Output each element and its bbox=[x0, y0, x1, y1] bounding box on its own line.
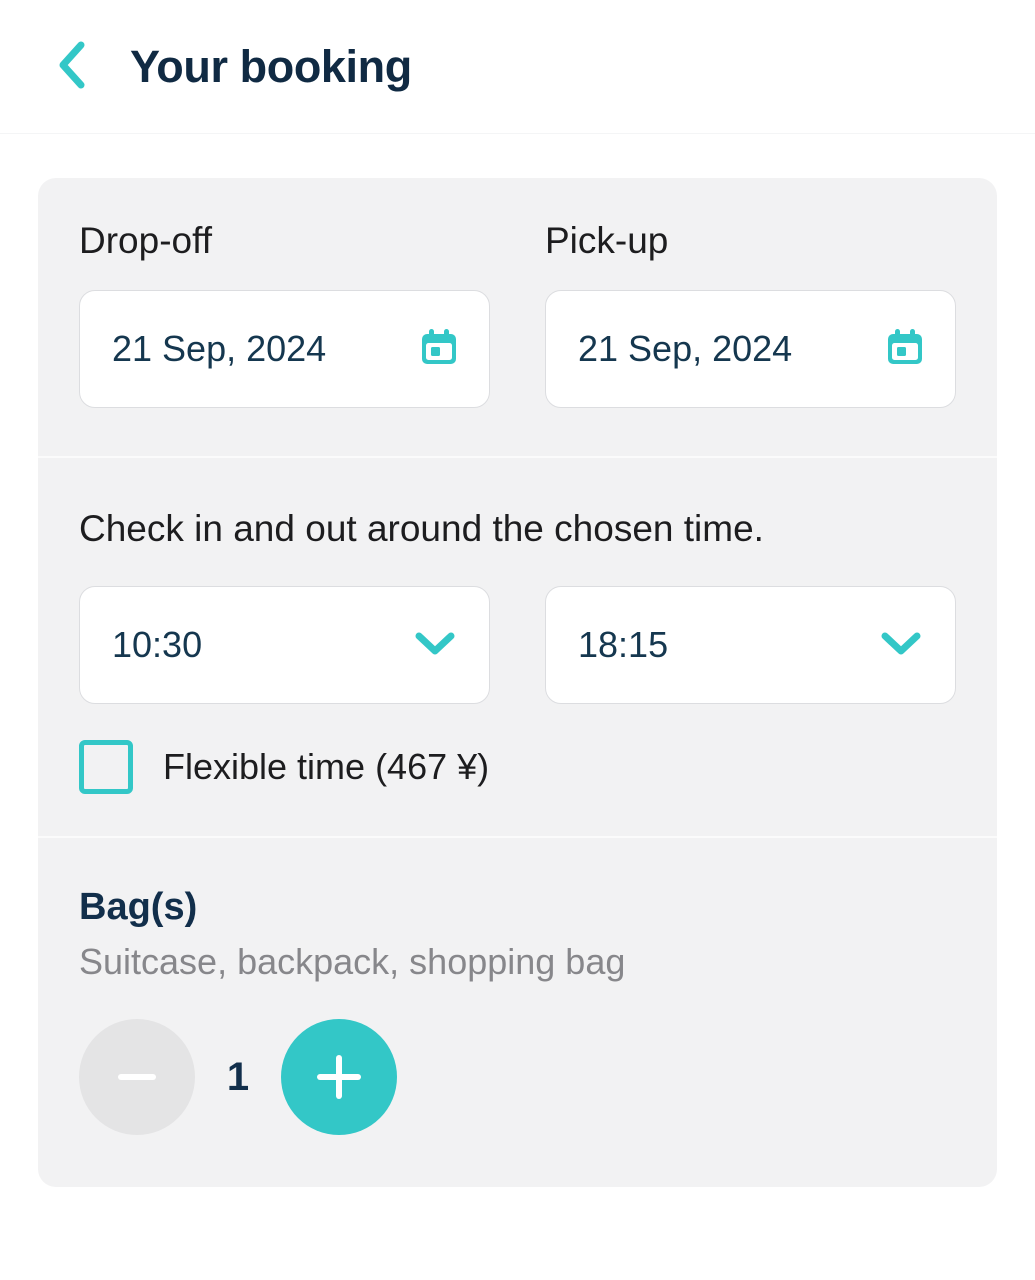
dates-section: Drop-off 21 Sep, 2024 Pick-up 21 Sep, 20… bbox=[38, 178, 997, 456]
chevron-down-icon bbox=[409, 625, 461, 666]
checkout-time-value: 18:15 bbox=[578, 624, 669, 665]
pickup-date-field[interactable]: 21 Sep, 2024 bbox=[545, 290, 956, 408]
dropoff-date-field[interactable]: 21 Sep, 2024 bbox=[79, 290, 490, 408]
bags-count: 1 bbox=[226, 1054, 250, 1099]
back-button[interactable] bbox=[48, 41, 94, 93]
pickup-label: Pick-up bbox=[545, 220, 669, 261]
calendar-icon bbox=[883, 325, 927, 374]
chevron-left-icon bbox=[53, 39, 89, 94]
checkout-time-field[interactable]: 18:15 bbox=[545, 586, 956, 704]
dropoff-label: Drop-off bbox=[79, 220, 212, 261]
flexible-time-row[interactable]: Flexible time (467 ¥) bbox=[79, 740, 956, 794]
flexible-time-label: Flexible time (467 ¥) bbox=[163, 746, 490, 787]
increase-bags-button[interactable] bbox=[281, 1019, 397, 1135]
dropoff-date-value: 21 Sep, 2024 bbox=[112, 328, 327, 369]
checkin-time-value: 10:30 bbox=[112, 624, 203, 665]
plus-icon bbox=[317, 1055, 361, 1099]
bags-title: Bag(s) bbox=[79, 886, 198, 928]
bags-subtitle: Suitcase, backpack, shopping bag bbox=[79, 941, 626, 982]
time-helper-text: Check in and out around the chosen time. bbox=[79, 508, 764, 549]
checkin-group: 10:30 bbox=[79, 586, 490, 704]
calendar-icon bbox=[417, 325, 461, 374]
booking-card: Drop-off 21 Sep, 2024 Pick-up 21 Sep, 20… bbox=[38, 178, 997, 1187]
flexible-time-checkbox[interactable] bbox=[79, 740, 133, 794]
chevron-down-icon bbox=[875, 625, 927, 666]
pickup-date-value: 21 Sep, 2024 bbox=[578, 328, 793, 369]
decrease-bags-button[interactable] bbox=[79, 1019, 195, 1135]
checkin-time-field[interactable]: 10:30 bbox=[79, 586, 490, 704]
bags-section: Bag(s) Suitcase, backpack, shopping bag … bbox=[38, 838, 997, 1187]
times-section: Check in and out around the chosen time.… bbox=[38, 458, 997, 836]
dropoff-group: Drop-off 21 Sep, 2024 bbox=[79, 220, 490, 408]
pickup-group: Pick-up 21 Sep, 2024 bbox=[545, 220, 956, 408]
minus-icon bbox=[118, 1074, 156, 1080]
checkout-group: 18:15 bbox=[545, 586, 956, 704]
bags-stepper: 1 bbox=[79, 1019, 956, 1135]
page-title: Your booking bbox=[130, 40, 412, 92]
page-header: Your booking bbox=[0, 0, 1035, 134]
